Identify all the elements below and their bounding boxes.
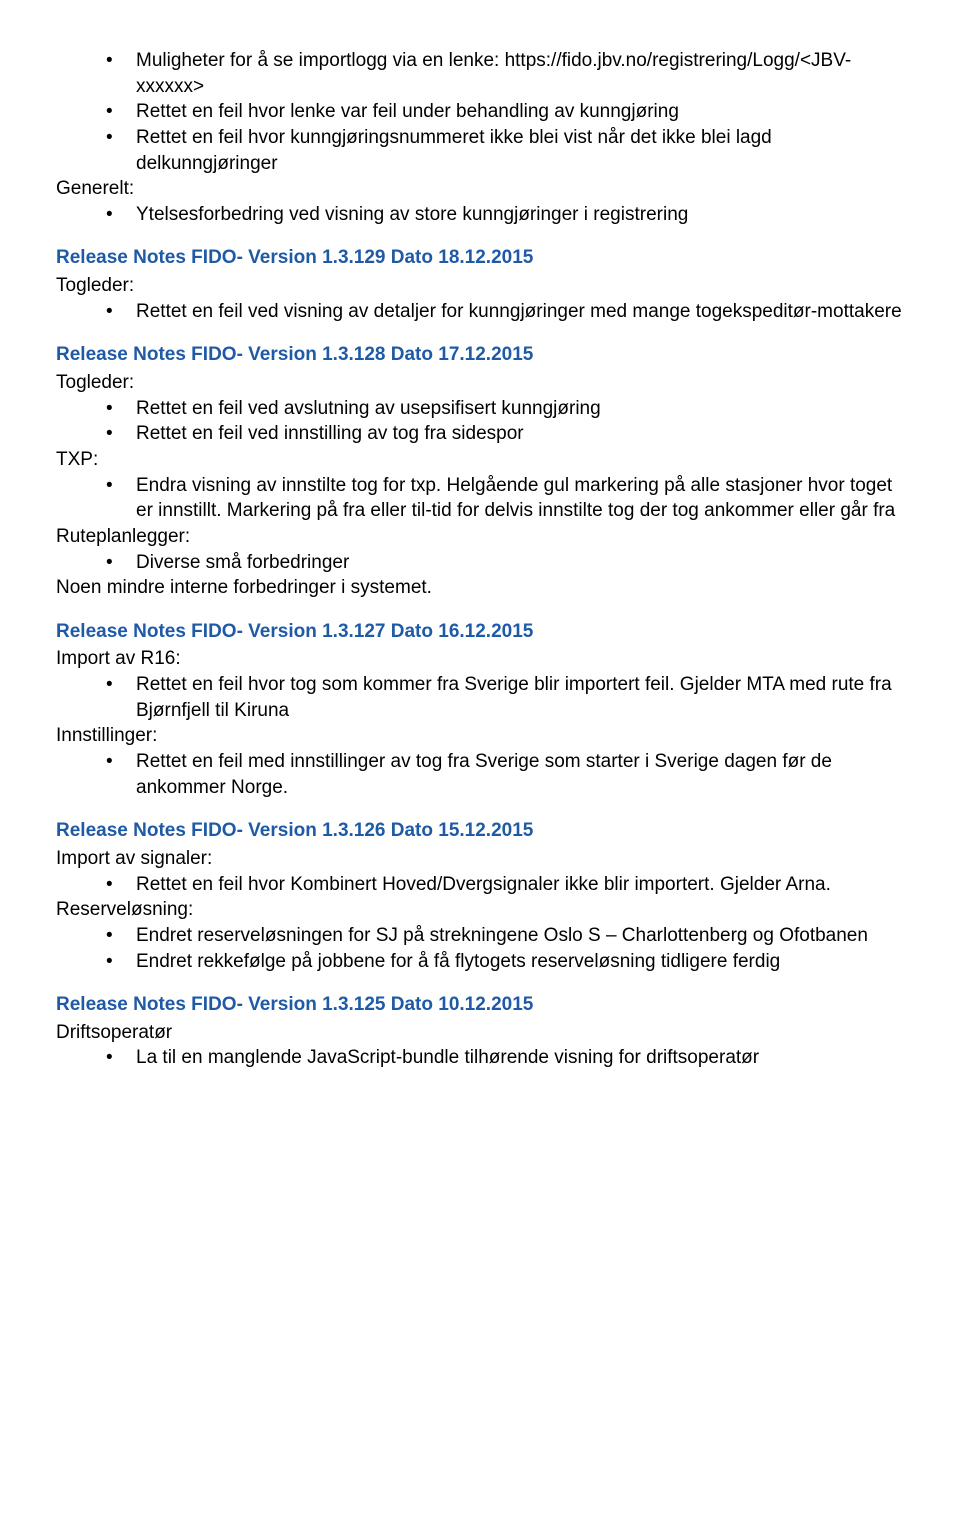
release-block-129: Togleder: Rettet en feil ved visning av …	[56, 273, 904, 324]
section-label: Togleder:	[56, 273, 904, 299]
list-item: Ytelsesforbedring ved visning av store k…	[106, 202, 904, 228]
list-top-2: Ytelsesforbedring ved visning av store k…	[106, 202, 904, 228]
section-label: Driftsoperatør	[56, 1020, 904, 1046]
list-item: Rettet en feil med innstillinger av tog …	[106, 749, 904, 800]
list-item: Rettet en feil ved innstilling av tog fr…	[106, 421, 904, 447]
list-126-1: Rettet en feil hvor Kombinert Hoved/Dver…	[106, 872, 904, 898]
list-item: Rettet en feil ved avslutning av usepsif…	[106, 396, 904, 422]
list-128-2: Endra visning av innstilte tog for txp. …	[106, 473, 904, 524]
release-block-125: Driftsoperatør La til en manglende JavaS…	[56, 1020, 904, 1071]
list-item: Muligheter for å se importlogg via en le…	[106, 48, 904, 99]
list-item: Endret reserveløsningen for SJ på strekn…	[106, 923, 904, 949]
list-item: Rettet en feil hvor tog som kommer fra S…	[106, 672, 904, 723]
list-item: Diverse små forbedringer	[106, 550, 904, 576]
release-heading-125: Release Notes FIDO- Version 1.3.125 Dato…	[56, 992, 904, 1018]
list-item: Rettet en feil hvor kunngjøringsnummeret…	[106, 125, 904, 176]
release-block-128: Togleder: Rettet en feil ved avslutning …	[56, 370, 904, 601]
list-126-2: Endret reserveløsningen for SJ på strekn…	[106, 923, 904, 974]
list-127-2: Rettet en feil med innstillinger av tog …	[106, 749, 904, 800]
release-heading-126: Release Notes FIDO- Version 1.3.126 Dato…	[56, 818, 904, 844]
release-heading-128: Release Notes FIDO- Version 1.3.128 Dato…	[56, 342, 904, 368]
release-block-127: Import av R16: Rettet en feil hvor tog s…	[56, 646, 904, 800]
list-128-1: Rettet en feil ved avslutning av usepsif…	[106, 396, 904, 447]
section-label: Innstillinger:	[56, 723, 904, 749]
section-label: Reserveløsning:	[56, 897, 904, 923]
list-item: Endret rekkefølge på jobbene for å få fl…	[106, 949, 904, 975]
list-128-3: Diverse små forbedringer	[106, 550, 904, 576]
list-item: Rettet en feil ved visning av detaljer f…	[106, 299, 904, 325]
release-block-top: Muligheter for å se importlogg via en le…	[56, 48, 904, 227]
release-heading-127: Release Notes FIDO- Version 1.3.127 Dato…	[56, 619, 904, 645]
section-label: Generelt:	[56, 176, 904, 202]
release-heading-129: Release Notes FIDO- Version 1.3.129 Dato…	[56, 245, 904, 271]
list-129-1: Rettet en feil ved visning av detaljer f…	[106, 299, 904, 325]
list-item: La til en manglende JavaScript-bundle ti…	[106, 1045, 904, 1071]
section-label: TXP:	[56, 447, 904, 473]
release-block-126: Import av signaler: Rettet en feil hvor …	[56, 846, 904, 974]
paragraph: Noen mindre interne forbedringer i syste…	[56, 575, 904, 601]
section-label: Togleder:	[56, 370, 904, 396]
section-label: Import av signaler:	[56, 846, 904, 872]
section-label: Import av R16:	[56, 646, 904, 672]
list-125-1: La til en manglende JavaScript-bundle ti…	[106, 1045, 904, 1071]
section-label: Ruteplanlegger:	[56, 524, 904, 550]
list-top-1: Muligheter for å se importlogg via en le…	[106, 48, 904, 176]
list-item: Rettet en feil hvor lenke var feil under…	[106, 99, 904, 125]
list-item: Rettet en feil hvor Kombinert Hoved/Dver…	[106, 872, 904, 898]
list-127-1: Rettet en feil hvor tog som kommer fra S…	[106, 672, 904, 723]
list-item: Endra visning av innstilte tog for txp. …	[106, 473, 904, 524]
